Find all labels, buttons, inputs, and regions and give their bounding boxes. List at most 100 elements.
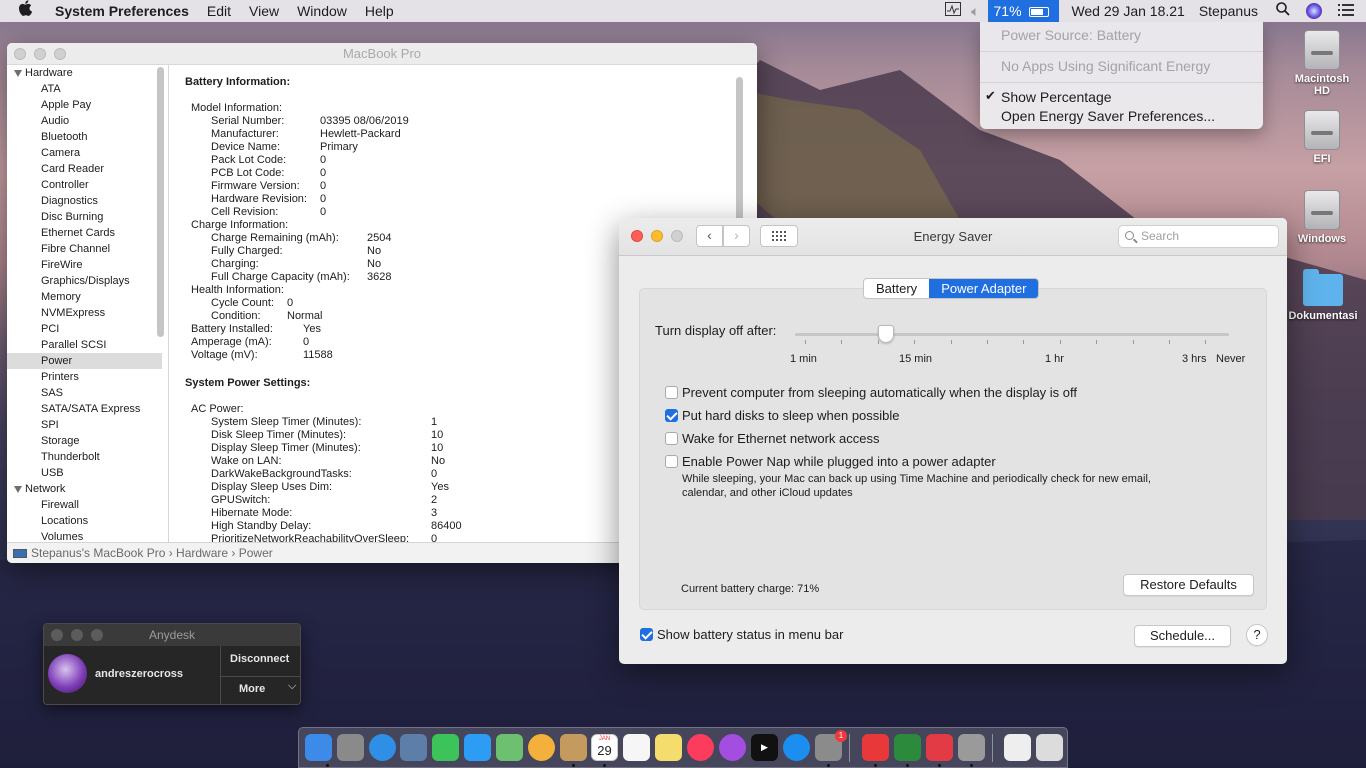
hard-disk-sleep-label[interactable]: Put hard disks to sleep when possible (682, 408, 900, 423)
notification-center-icon[interactable] (1330, 0, 1366, 22)
power-nap-label[interactable]: Enable Power Nap while plugged into a po… (682, 454, 996, 469)
sidebar-item-diagnostics[interactable]: Diagnostics (7, 193, 162, 209)
prevent-sleep-label[interactable]: Prevent computer from sleeping automatic… (682, 385, 1077, 400)
trash-icon[interactable] (1036, 734, 1063, 761)
sidebar-item-sata-sata-express[interactable]: SATA/SATA Express (7, 401, 162, 417)
minimize-button[interactable] (71, 629, 83, 641)
open-energy-saver-item[interactable]: Open Energy Saver Preferences... (1001, 108, 1215, 124)
sidebar-item-volumes[interactable]: Volumes (7, 529, 162, 542)
more-button[interactable]: More (239, 683, 265, 695)
sidebar-item-sas[interactable]: SAS (7, 385, 162, 401)
wake-ethernet-checkbox[interactable] (665, 432, 678, 445)
stickies-icon[interactable] (655, 734, 682, 761)
detail-scrollbar[interactable] (736, 77, 743, 227)
help-button[interactable]: ? (1246, 624, 1268, 646)
preview-icon[interactable] (400, 734, 427, 761)
path-power[interactable]: Power (239, 546, 273, 560)
kext-icon[interactable] (894, 734, 921, 761)
prevent-sleep-checkbox[interactable] (665, 386, 678, 399)
app-menu[interactable]: System Preferences (46, 0, 198, 22)
safari-icon[interactable] (369, 734, 396, 761)
sidebar-item-firewire[interactable]: FireWire (7, 257, 162, 273)
sidebar-item-card-reader[interactable]: Card Reader (7, 161, 162, 177)
sidebar-group-hardware[interactable]: Hardware (7, 65, 162, 81)
system-preferences-icon[interactable]: 1 (815, 730, 847, 761)
menu-window[interactable]: Window (288, 0, 356, 22)
battery-status-menu[interactable]: 71% (987, 0, 1060, 22)
menu-view[interactable]: View (240, 0, 288, 22)
user-menu[interactable]: Stepanus (1193, 0, 1268, 22)
sidebar-item-camera[interactable]: Camera (7, 145, 162, 161)
sidebar-item-firewall[interactable]: Firewall (7, 497, 162, 513)
power-nap-checkbox[interactable] (665, 455, 678, 468)
sidebar-item-memory[interactable]: Memory (7, 289, 162, 305)
menu-help[interactable]: Help (356, 0, 403, 22)
sidebar-item-parallel-scsi[interactable]: Parallel SCSI (7, 337, 162, 353)
sidebar-item-controller[interactable]: Controller (7, 177, 162, 193)
sidebar-item-printers[interactable]: Printers (7, 369, 162, 385)
maps-icon[interactable] (496, 734, 523, 761)
app-store-icon[interactable] (783, 734, 810, 761)
anydesk2-icon[interactable] (926, 734, 953, 761)
show-percentage-item[interactable]: Show Percentage (1001, 89, 1112, 105)
calendar-icon[interactable]: JAN 29 (591, 734, 618, 761)
desktop-icon-windows[interactable]: Windows (1287, 190, 1357, 245)
close-button[interactable] (14, 48, 26, 60)
sidebar-item-locations[interactable]: Locations (7, 513, 162, 529)
sidebar-item-audio[interactable]: Audio (7, 113, 162, 129)
show-battery-status-label[interactable]: Show battery status in menu bar (657, 627, 843, 642)
apple-menu-icon[interactable] (0, 0, 46, 22)
tab-power-adapter[interactable]: Power Adapter (929, 279, 1039, 298)
path-hardware[interactable]: Hardware (176, 546, 228, 560)
sidebar-group-network[interactable]: Network (7, 481, 162, 497)
slider-thumb[interactable] (878, 325, 894, 343)
notes-icon[interactable] (560, 734, 587, 761)
show-battery-status-checkbox[interactable] (640, 628, 653, 641)
clock[interactable]: Wed 29 Jan 18.21 (1059, 0, 1192, 22)
desktop-icon-dokumentasi[interactable]: Dokumentasi (1287, 269, 1359, 322)
activity-monitor-icon[interactable] (939, 0, 967, 22)
sidebar-item-pci[interactable]: PCI (7, 321, 162, 337)
sidebar-item-fibre-channel[interactable]: Fibre Channel (7, 241, 162, 257)
sidebar-item-storage[interactable]: Storage (7, 433, 162, 449)
siri-icon[interactable] (1298, 0, 1330, 22)
menu-edit[interactable]: Edit (198, 0, 240, 22)
desktop-icon-macintosh-hd[interactable]: Macintosh HD (1287, 30, 1357, 97)
sidebar-item-ata[interactable]: ATA (7, 81, 162, 97)
zoom-button[interactable] (54, 48, 66, 60)
schedule-button[interactable]: Schedule... (1134, 625, 1231, 647)
disconnect-button[interactable]: Disconnect (230, 653, 289, 665)
close-button[interactable] (51, 629, 63, 641)
sidebar-item-graphics-displays[interactable]: Graphics/Displays (7, 273, 162, 289)
sidebar-scrollbar[interactable] (157, 67, 164, 337)
sidebar-item-spi[interactable]: SPI (7, 417, 162, 433)
display-sleep-slider[interactable] (795, 333, 1229, 336)
launchpad-icon[interactable] (337, 734, 364, 761)
path-computer[interactable]: Stepanus's MacBook Pro (31, 546, 165, 560)
reminders-icon[interactable] (623, 734, 650, 761)
finder-icon[interactable] (305, 734, 332, 761)
anydesk-icon[interactable] (862, 734, 889, 761)
sidebar-item-thunderbolt[interactable]: Thunderbolt (7, 449, 162, 465)
disk-utility-icon[interactable] (958, 734, 985, 761)
tv-icon[interactable]: ▶ (751, 734, 778, 761)
spotlight-search-icon[interactable] (1268, 0, 1298, 22)
facetime-icon[interactable] (432, 734, 459, 761)
sidebar-item-apple-pay[interactable]: Apple Pay (7, 97, 162, 113)
zoom-button[interactable] (91, 629, 103, 641)
podcasts-icon[interactable] (719, 734, 746, 761)
sidebar-item-ethernet-cards[interactable]: Ethernet Cards (7, 225, 162, 241)
tab-battery[interactable]: Battery (864, 279, 929, 298)
sidebar-item-usb[interactable]: USB (7, 465, 162, 481)
sidebar-item-power[interactable]: Power (7, 353, 162, 369)
sidebar-item-nvmexpress[interactable]: NVMExpress (7, 305, 162, 321)
photos-icon[interactable] (528, 734, 555, 761)
search-input[interactable]: Search (1118, 225, 1279, 248)
wake-ethernet-label[interactable]: Wake for Ethernet network access (682, 431, 880, 446)
desktop-icon-efi[interactable]: EFI (1287, 110, 1357, 165)
hard-disk-sleep-checkbox[interactable] (665, 409, 678, 422)
sidebar-item-bluetooth[interactable]: Bluetooth (7, 129, 162, 145)
documents-icon[interactable] (1004, 734, 1031, 761)
music-icon[interactable] (687, 734, 714, 761)
sidebar-item-disc-burning[interactable]: Disc Burning (7, 209, 162, 225)
